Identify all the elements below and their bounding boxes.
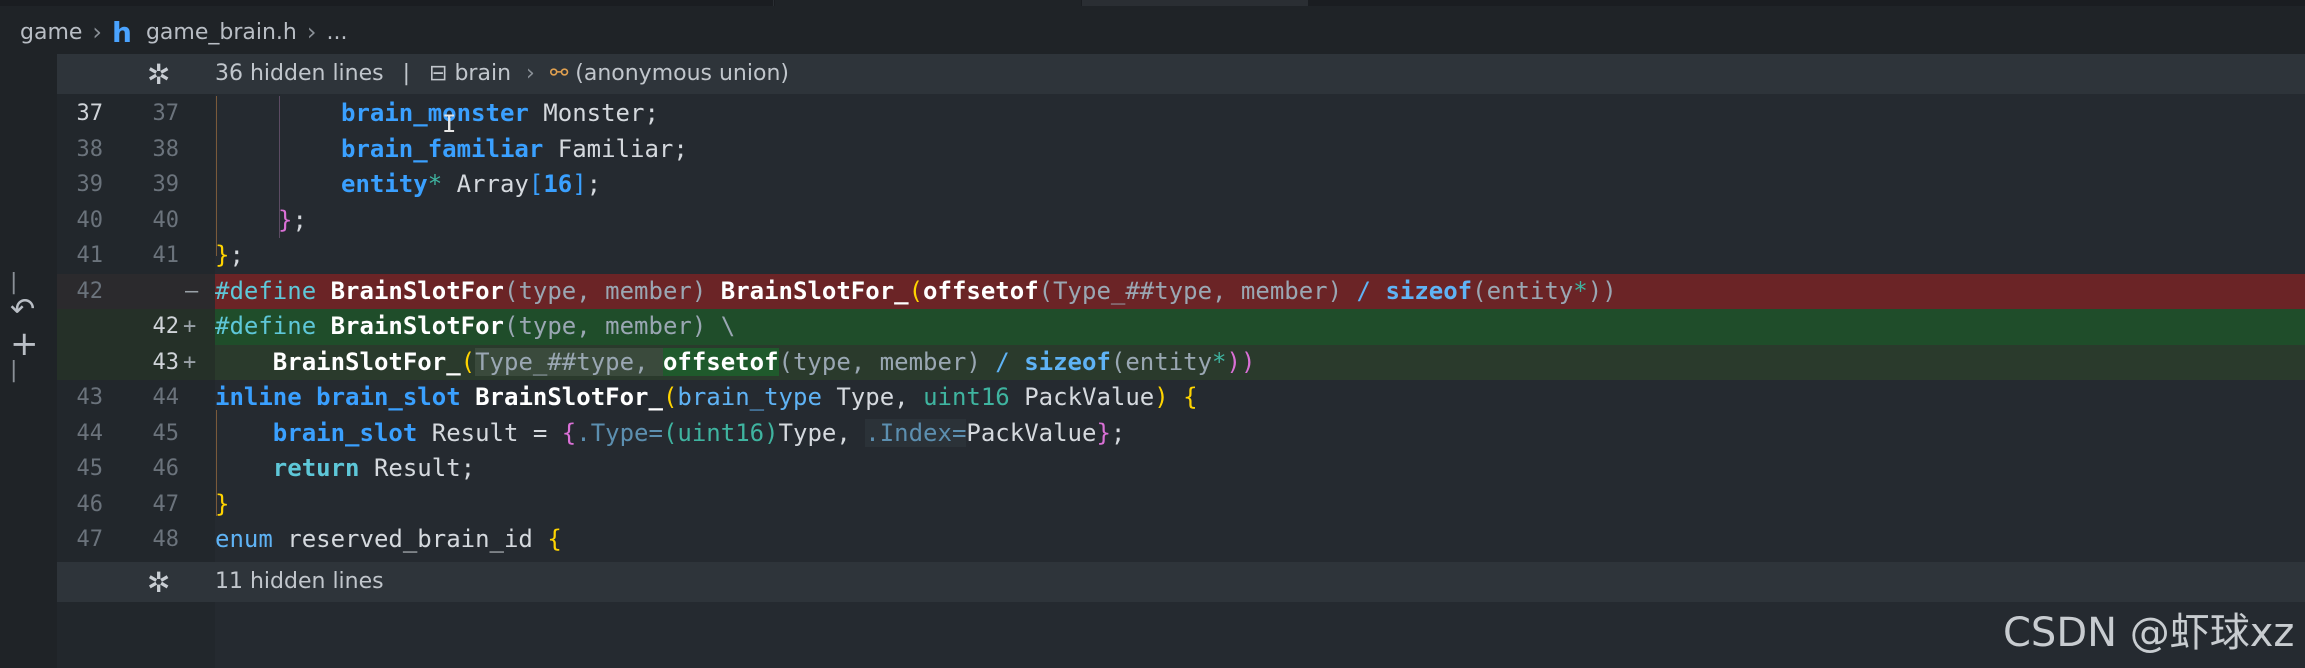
line-number-new: 48: [152, 527, 180, 552]
symbol-struct-icon: ⊟: [429, 61, 448, 86]
addition-marker: +: [183, 314, 197, 339]
chevron-right-icon: ›: [306, 18, 317, 46]
deleted-line[interactable]: 42 — #define BrainSlotFor(type, member) …: [57, 273, 2305, 309]
symbol-brain[interactable]: brain: [454, 61, 511, 86]
code-line[interactable]: 44 45 brain_slot Result = {.Type=(uint16…: [57, 416, 2305, 452]
code-text: enum reserved_brain_id {: [215, 525, 562, 553]
code-text: #define BrainSlotFor(type, member) Brain…: [215, 276, 1617, 305]
line-number-old: 44: [76, 420, 104, 446]
code-text: }: [215, 489, 230, 518]
watermark: CSDN @虾球xz: [2003, 610, 2295, 656]
line-number-old: 40: [76, 207, 104, 233]
code-line[interactable]: 47 48 enum reserved_brain_id {: [57, 522, 2305, 558]
unfold-icon[interactable]: ✲: [147, 58, 170, 91]
hidden-lines-label: 36 hidden lines | ⊟ brain › ⚯ (anonymous…: [215, 61, 789, 86]
line-number-new: 43: [152, 349, 180, 375]
deletion-marker: —: [185, 278, 199, 304]
code-line[interactable]: 46 47 }: [57, 487, 2305, 523]
line-number-new: 44: [152, 385, 180, 410]
code-line[interactable]: 39 39 entity* Array[16];: [57, 167, 2305, 203]
unfold-icon[interactable]: ✲: [147, 566, 170, 599]
line-number-old: 43: [76, 385, 104, 410]
line-number-old: 42: [76, 278, 104, 304]
line-number-old: 47: [76, 527, 104, 552]
added-line[interactable]: 43 + BrainSlotFor_(Type_##type, offsetof…: [57, 344, 2305, 380]
addition-marker: +: [183, 349, 197, 375]
line-number-new: 41: [152, 243, 180, 268]
code-text: #define BrainSlotFor(type, member) \: [215, 312, 736, 340]
breadcrumb: game › h game_brain.h › ...: [0, 6, 2305, 58]
code-text: brain_familiar Familiar;: [341, 134, 688, 163]
line-number-new: 42: [152, 314, 180, 339]
divider-icon: |: [10, 358, 18, 383]
line-number-new: 45: [152, 420, 180, 446]
code-line[interactable]: 43 44 inline brain_slot BrainSlotFor_(br…: [57, 380, 2305, 416]
hidden-lines-count[interactable]: 36 hidden lines: [215, 61, 384, 86]
chevron-right-icon: ›: [526, 61, 535, 86]
hidden-lines-bar-top[interactable]: ✲ 36 hidden lines | ⊟ brain › ⚯ (anonymo…: [57, 54, 2305, 94]
symbol-union-icon: ⚯: [549, 61, 569, 86]
line-number-new: 38: [152, 136, 180, 162]
line-number-new: 47: [152, 491, 180, 517]
code-text: inline brain_slot BrainSlotFor_(brain_ty…: [215, 383, 1198, 411]
line-number-old: 37: [76, 101, 104, 126]
line-number-new: 46: [152, 456, 180, 481]
code-text: return Result;: [272, 454, 476, 482]
line-number-new: 40: [152, 207, 180, 233]
code-text: entity* Array[16];: [341, 170, 602, 198]
code-text: brain_monster Monster;: [341, 99, 659, 127]
code-text: brain_slot Result = {.Type=(uint16)Type,…: [272, 418, 1126, 447]
line-number-new: 39: [152, 172, 180, 197]
text-cursor-icon: I: [442, 110, 457, 138]
header-file-icon: h: [112, 15, 132, 49]
line-number-old: 39: [76, 172, 104, 197]
code-line[interactable]: 45 46 return Result;: [57, 451, 2305, 487]
symbol-anonymous-union[interactable]: (anonymous union): [575, 61, 789, 86]
code-line[interactable]: 41 41 };: [57, 238, 2305, 274]
added-line[interactable]: 42 + #define BrainSlotFor(type, member) …: [57, 309, 2305, 345]
line-number-new: 37: [152, 101, 180, 126]
revert-icon[interactable]: ↶: [10, 292, 35, 327]
line-number-old: 46: [76, 491, 104, 517]
code-text: };: [278, 205, 307, 234]
breadcrumb-more[interactable]: ...: [326, 20, 347, 45]
code-text: };: [215, 241, 244, 269]
code-line[interactable]: 38 38 brain_familiar Familiar;: [57, 132, 2305, 168]
separator: |: [402, 61, 411, 86]
code-text: BrainSlotFor_(Type_##type, offsetof(type…: [272, 347, 1256, 376]
chevron-right-icon: ›: [92, 18, 103, 46]
code-line[interactable]: 37 37 brain_monster Monster;: [57, 96, 2305, 132]
line-number-old: 45: [76, 456, 104, 481]
code-line[interactable]: 40 40 };: [57, 203, 2305, 239]
breadcrumb-file[interactable]: game_brain.h: [146, 20, 297, 45]
breadcrumb-folder[interactable]: game: [20, 20, 82, 45]
line-number-old: 41: [76, 243, 104, 268]
line-number-old: 38: [76, 136, 104, 162]
hidden-lines-count[interactable]: 11 hidden lines: [215, 569, 384, 594]
hidden-lines-bar-bottom[interactable]: ✲ 11 hidden lines: [57, 562, 2305, 602]
